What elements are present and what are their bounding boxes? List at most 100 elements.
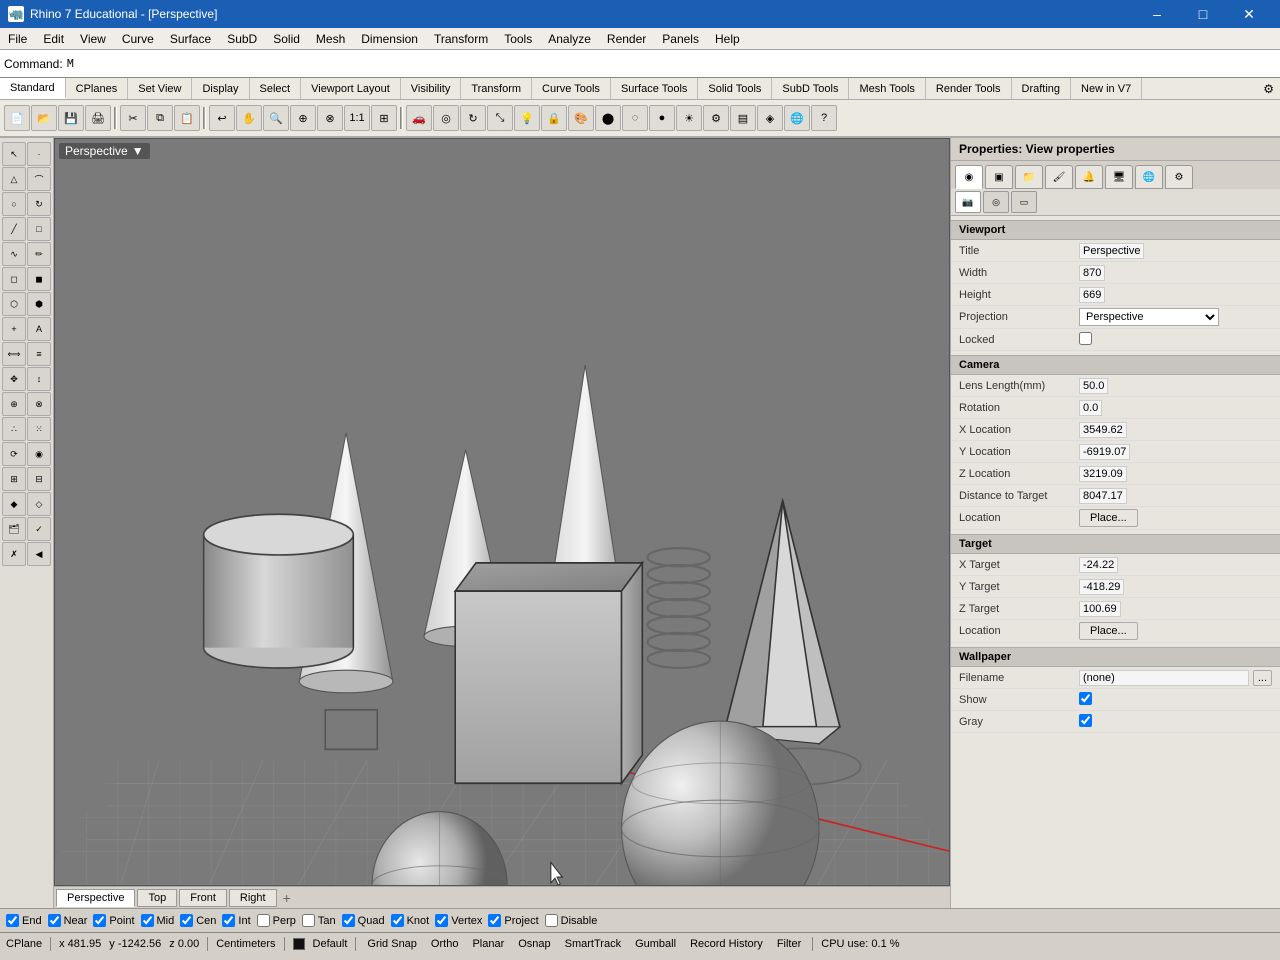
tool-cut[interactable]: ✂: [120, 105, 146, 131]
tab-visibility[interactable]: Visibility: [401, 78, 462, 99]
left-tool-select2[interactable]: ·: [27, 142, 51, 166]
tool-sphere-mat[interactable]: ⬤: [595, 105, 621, 131]
tab-mesh-tools[interactable]: Mesh Tools: [849, 78, 925, 99]
panel-subtab-circle[interactable]: ◎: [983, 191, 1009, 213]
panel-tab-cube[interactable]: ▣: [985, 165, 1013, 189]
left-tool-obj2[interactable]: ◇: [27, 492, 51, 516]
snap-tan[interactable]: Tan: [300, 914, 336, 927]
filter-button[interactable]: Filter: [774, 938, 804, 950]
maximize-button[interactable]: □: [1180, 0, 1226, 28]
tool-help[interactable]: ?: [811, 105, 837, 131]
tool-snap-cycle[interactable]: ◎: [433, 105, 459, 131]
menu-file[interactable]: File: [0, 30, 35, 48]
left-tool-obj[interactable]: ◆: [2, 492, 26, 516]
tab-subd-tools[interactable]: SubD Tools: [772, 78, 849, 99]
snap-cen[interactable]: Cen: [178, 914, 216, 927]
panel-subtab-camera[interactable]: 📷: [955, 191, 981, 213]
wallpaper-browse-button[interactable]: ...: [1253, 670, 1272, 686]
viewport-tab-top[interactable]: Top: [137, 889, 177, 907]
menu-panels[interactable]: Panels: [654, 30, 707, 48]
viewport-label[interactable]: Perspective ▼: [59, 143, 150, 159]
left-tool-end[interactable]: ◀: [27, 542, 51, 566]
tab-render-tools[interactable]: Render Tools: [926, 78, 1012, 99]
left-tool-mesh[interactable]: ⬢: [27, 292, 51, 316]
left-tool-pts[interactable]: ∴: [2, 417, 26, 441]
tool-zoom-sel[interactable]: ⊗: [317, 105, 343, 131]
tool-paste[interactable]: 📋: [174, 105, 200, 131]
left-tool-freehand[interactable]: ✏: [27, 242, 51, 266]
left-tool-arrow[interactable]: ↕: [27, 367, 51, 391]
camera-place-button[interactable]: Place...: [1079, 509, 1138, 527]
close-button[interactable]: ✕: [1226, 0, 1272, 28]
planar-button[interactable]: Planar: [469, 938, 507, 950]
panel-tab-screen[interactable]: 🖥: [1105, 165, 1133, 189]
prop-show[interactable]: Show: [951, 689, 1280, 711]
tool-transform[interactable]: ⤡: [487, 105, 513, 131]
tab-transform[interactable]: Transform: [461, 78, 532, 99]
menu-help[interactable]: Help: [707, 30, 748, 48]
tool-material[interactable]: 🎨: [568, 105, 594, 131]
tool-zoom-1to1[interactable]: 1:1: [344, 105, 370, 131]
viewport-tab-perspective[interactable]: Perspective: [56, 889, 135, 907]
tool-new[interactable]: 📄: [4, 105, 30, 131]
snap-quad[interactable]: Quad: [340, 914, 385, 927]
snap-end[interactable]: End: [4, 914, 42, 927]
snap-point[interactable]: Point: [91, 914, 134, 927]
left-tool-dim[interactable]: ⟺: [2, 342, 26, 366]
left-tool-move[interactable]: ✥: [2, 367, 26, 391]
tool-pan[interactable]: ✋: [236, 105, 262, 131]
tab-curve-tools[interactable]: Curve Tools: [532, 78, 611, 99]
left-tool-gumball[interactable]: ⊕: [2, 392, 26, 416]
menu-render[interactable]: Render: [599, 30, 654, 48]
tool-car[interactable]: 🚗: [406, 105, 432, 131]
menu-edit[interactable]: Edit: [35, 30, 72, 48]
panel-tab-settings[interactable]: ⚙: [1165, 165, 1193, 189]
tool-more2[interactable]: ◈: [757, 105, 783, 131]
tool-render-settings[interactable]: ⚙: [703, 105, 729, 131]
left-tool-grid2[interactable]: ⊟: [27, 467, 51, 491]
left-tool-line[interactable]: ╱: [2, 217, 26, 241]
left-tool-lasso[interactable]: ⌒: [27, 167, 51, 191]
left-tool-grid[interactable]: ⊞: [2, 467, 26, 491]
snap-near[interactable]: Near: [46, 914, 88, 927]
snap-knot[interactable]: Knot: [389, 914, 430, 927]
viewport-tab-front[interactable]: Front: [179, 889, 227, 907]
tool-print[interactable]: 🖨: [85, 105, 111, 131]
left-tool-ctrl[interactable]: ⁙: [27, 417, 51, 441]
left-tool-select[interactable]: ↖: [2, 142, 26, 166]
menu-solid[interactable]: Solid: [265, 30, 308, 48]
panel-tab-brush[interactable]: 🖌: [1045, 165, 1073, 189]
menu-curve[interactable]: Curve: [114, 30, 162, 48]
smarttrack-button[interactable]: SmartTrack: [562, 938, 624, 950]
panel-tab-bell[interactable]: 🔔: [1075, 165, 1103, 189]
tool-zoom-all[interactable]: ⊕: [290, 105, 316, 131]
menu-tools[interactable]: Tools: [496, 30, 540, 48]
prop-cam-location[interactable]: Location Place...: [951, 507, 1280, 530]
tool-viewport-layout[interactable]: ⊞: [371, 105, 397, 131]
tool-more1[interactable]: ▤: [730, 105, 756, 131]
tab-surface-tools[interactable]: Surface Tools: [611, 78, 698, 99]
left-tool-snap[interactable]: ⊗: [27, 392, 51, 416]
menu-dimension[interactable]: Dimension: [353, 30, 426, 48]
left-tool-circle[interactable]: ○: [2, 192, 26, 216]
left-tool-rotate[interactable]: ↻: [27, 192, 51, 216]
left-tool-cam[interactable]: ◉: [27, 442, 51, 466]
menu-view[interactable]: View: [72, 30, 114, 48]
tool-light[interactable]: 💡: [514, 105, 540, 131]
tool-globe[interactable]: 🌐: [784, 105, 810, 131]
menu-subd[interactable]: SubD: [219, 30, 265, 48]
tab-set-view[interactable]: Set View: [128, 78, 192, 99]
snap-int[interactable]: Int: [220, 914, 250, 927]
tool-render-sphere[interactable]: ●: [649, 105, 675, 131]
snap-perp[interactable]: Perp: [255, 914, 296, 927]
toolbar-settings-icon[interactable]: ⚙: [1257, 82, 1280, 96]
panel-subtab-rect[interactable]: ▭: [1011, 191, 1037, 213]
panel-tab-circle[interactable]: ◉: [955, 165, 983, 189]
viewport[interactable]: Perspective ▼: [54, 138, 950, 886]
prop-projection[interactable]: Projection Perspective Parallel Two-Poin…: [951, 306, 1280, 329]
tool-save[interactable]: 💾: [58, 105, 84, 131]
snap-disable[interactable]: Disable: [543, 914, 598, 927]
tab-drafting[interactable]: Drafting: [1012, 78, 1072, 99]
menu-transform[interactable]: Transform: [426, 30, 496, 48]
left-tool-rect[interactable]: □: [27, 217, 51, 241]
